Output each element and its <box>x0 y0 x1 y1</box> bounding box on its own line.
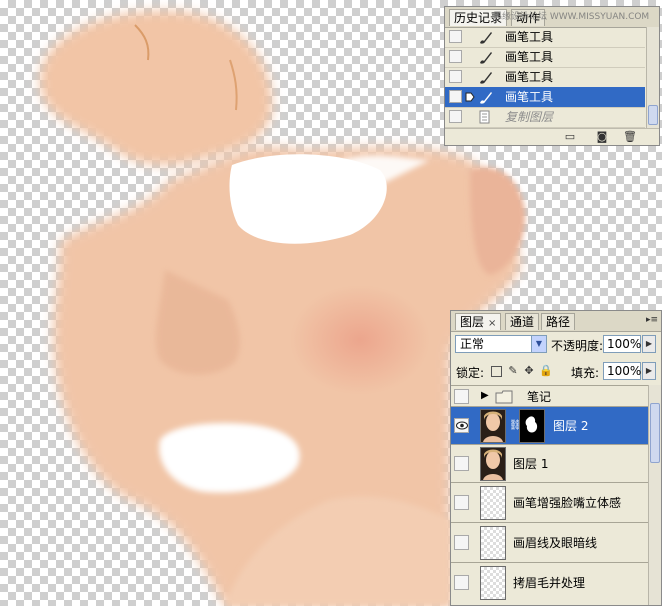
history-source-checkbox[interactable] <box>449 50 462 63</box>
tab-channels[interactable]: 通道 <box>505 313 540 330</box>
tab-paths[interactable]: 路径 <box>541 313 576 330</box>
brush-icon <box>480 52 492 64</box>
fill-slider-arrow-icon[interactable]: ▶ <box>642 362 656 380</box>
history-scrollbar-thumb[interactable] <box>648 105 658 125</box>
portrait-thumbnail-icon <box>483 449 503 480</box>
history-item-label: 画笔工具 <box>505 70 554 84</box>
layer-row-group[interactable]: ▶ 笔记 <box>451 385 651 407</box>
layer-name: 笔记 <box>527 390 552 404</box>
panel-menu-icon[interactable]: ▸≡ <box>645 314 659 327</box>
history-source-checkbox[interactable] <box>449 30 462 43</box>
layer-visibility-toggle[interactable] <box>454 389 469 404</box>
history-footer: ▭ ◙ 🗑 <box>445 128 659 145</box>
history-tab-bar: 历史记录 动作 思缘设计论坛 WWW.MISSYUAN.COM <box>445 7 659 28</box>
blend-mode-value: 正常 <box>460 337 485 351</box>
chevron-down-icon: ▼ <box>531 336 546 352</box>
expand-arrow-icon[interactable]: ▶ <box>481 390 489 401</box>
history-item[interactable]: 画笔工具 <box>445 67 645 88</box>
layer-thumbnail[interactable] <box>480 447 506 481</box>
brush-icon <box>480 32 492 44</box>
lock-transparency-icon[interactable] <box>491 366 502 377</box>
history-source-checkbox[interactable] <box>449 70 462 83</box>
layer-name: 图层 2 <box>553 419 589 433</box>
layer-visibility-toggle[interactable] <box>454 456 469 471</box>
camera-snapshot-icon[interactable]: ◙ <box>595 130 609 143</box>
history-source-checkbox[interactable] <box>449 110 462 123</box>
layer-name: 图层 1 <box>513 457 549 471</box>
lock-pixels-icon[interactable]: ✎ <box>507 365 519 377</box>
layer-row[interactable]: 画笔增强脸嘴立体感 <box>451 483 651 523</box>
portrait-thumbnail-icon <box>483 411 503 442</box>
layers-tab-bar: 图层 × 通道 路径 ▸≡ <box>451 311 661 332</box>
tab-paths-label: 路径 <box>546 315 571 329</box>
history-item-label: 复制图层 <box>505 110 554 124</box>
tab-layers[interactable]: 图层 × <box>455 313 502 330</box>
layers-scrollbar-thumb[interactable] <box>650 403 660 463</box>
layer-name: 画眉线及眼暗线 <box>513 536 598 550</box>
layer-thumbnail-transparent[interactable] <box>480 566 506 600</box>
close-icon[interactable]: × <box>488 318 496 329</box>
brush-icon <box>480 72 492 84</box>
fill-label: 填充: <box>571 366 600 380</box>
lock-all-icon[interactable]: 🔒 <box>539 365 553 377</box>
layer-row[interactable]: 画眉线及眼暗线 <box>451 523 651 563</box>
opacity-slider-arrow-icon[interactable]: ▶ <box>642 335 656 353</box>
history-item-selected[interactable]: 画笔工具 <box>445 87 645 108</box>
new-document-from-state-icon[interactable]: ▭ <box>563 130 577 143</box>
eye-icon <box>456 421 468 430</box>
history-item[interactable]: 画笔工具 <box>445 47 645 68</box>
history-item[interactable]: 画笔工具 <box>445 27 645 48</box>
fill-value: 100% <box>607 364 642 378</box>
tab-channels-label: 通道 <box>510 315 535 329</box>
fill-input[interactable]: 100% ▶ <box>603 362 656 380</box>
layer-name: 画笔增强脸嘴立体感 <box>513 496 622 510</box>
trash-icon[interactable]: 🗑 <box>623 130 637 143</box>
layer-name: 拷眉毛并处理 <box>513 576 586 590</box>
blend-mode-select[interactable]: 正常 ▼ <box>455 335 547 353</box>
history-item-label: 画笔工具 <box>505 50 554 64</box>
layer-visibility-toggle[interactable] <box>454 575 469 590</box>
opacity-value: 100% <box>607 337 642 351</box>
duplicate-layer-icon <box>479 110 490 124</box>
opacity-label: 不透明度: <box>551 339 604 353</box>
opacity-input[interactable]: 100% ▶ <box>603 335 656 353</box>
layer-visibility-toggle[interactable] <box>454 495 469 510</box>
layer-mask-thumbnail[interactable] <box>519 409 545 443</box>
layer-row[interactable]: 拷眉毛并处理 <box>451 563 651 605</box>
history-item-label: 画笔工具 <box>505 90 554 104</box>
layer-row-selected[interactable]: ⛓ 图层 2 <box>451 407 651 445</box>
history-source-checkbox[interactable] <box>449 90 462 103</box>
layer-row[interactable]: 图层 1 <box>451 445 651 483</box>
history-state-slider-icon[interactable] <box>465 92 475 102</box>
history-scrollbar[interactable] <box>646 27 659 128</box>
lock-position-icon[interactable]: ✥ <box>523 365 535 377</box>
layers-scrollbar[interactable] <box>648 385 661 605</box>
layer-thumbnail-transparent[interactable] <box>480 486 506 520</box>
brush-icon <box>480 92 492 104</box>
lock-label: 锁定: <box>456 366 485 380</box>
tab-layers-label: 图层 <box>460 315 485 329</box>
mask-shape-icon <box>525 416 538 433</box>
history-item-undone[interactable]: 复制图层 <box>445 107 645 128</box>
layers-panel: 图层 × 通道 路径 ▸≡ 正常 ▼ 不透明度: 100% ▶ 锁定: ✎ ✥ 🔒… <box>450 310 662 606</box>
layer-thumbnail[interactable] <box>480 409 506 443</box>
history-item-label: 画笔工具 <box>505 30 554 44</box>
history-panel: 历史记录 动作 思缘设计论坛 WWW.MISSYUAN.COM 画笔工具 画笔工… <box>444 6 660 146</box>
watermark-text: 思缘设计论坛 WWW.MISSYUAN.COM <box>493 12 650 22</box>
layer-visibility-toggle[interactable] <box>454 535 469 550</box>
layer-thumbnail-transparent[interactable] <box>480 526 506 560</box>
folder-icon <box>495 390 513 404</box>
